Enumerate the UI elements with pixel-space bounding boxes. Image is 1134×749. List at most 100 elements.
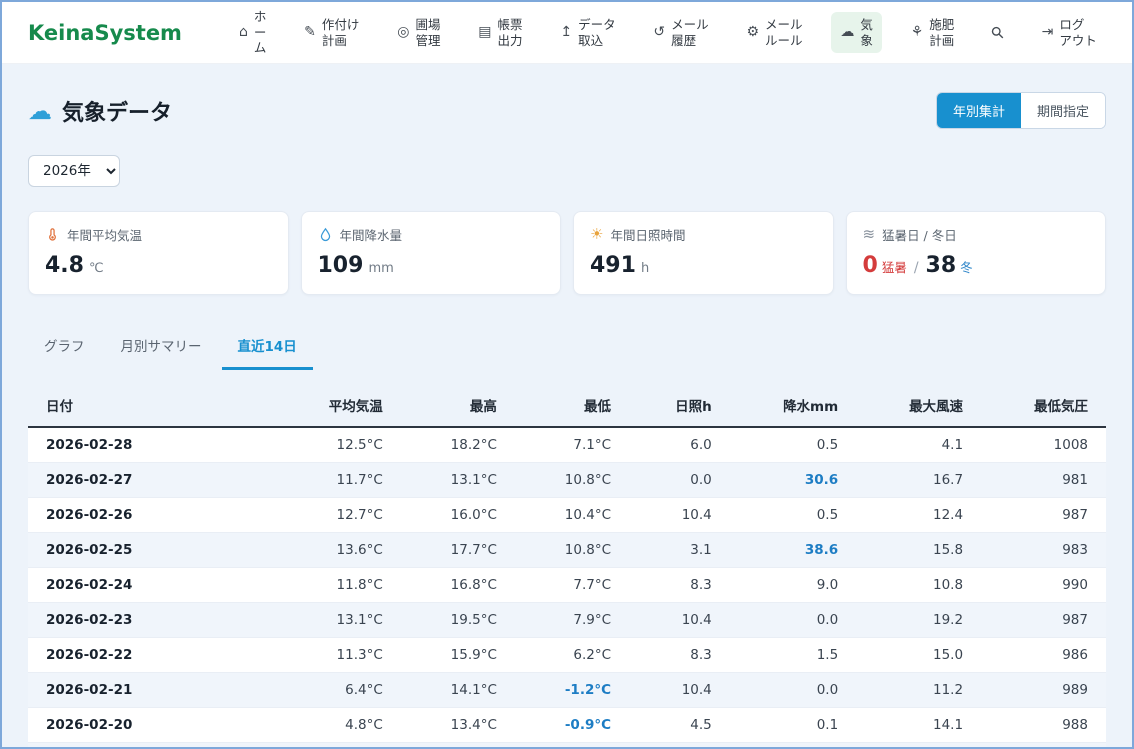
cell-value: 983	[981, 533, 1106, 568]
cell-value: -2.9°C	[515, 743, 629, 749]
column-header: 日付	[28, 384, 276, 427]
card-label: 年間降水量	[340, 225, 403, 244]
nav-item-mail-history[interactable]: ↺メール 履歴	[644, 12, 717, 53]
cell-value: 10.8°C	[515, 533, 629, 568]
nav-item-weather[interactable]: ☁気 象	[831, 12, 882, 53]
cell-value: 14.1	[856, 708, 981, 743]
cell-value: 0.0	[730, 673, 856, 708]
nav-item-label: 気 象	[860, 17, 873, 48]
tab-recent-14-days[interactable]: 直近14日	[222, 325, 313, 370]
table-row: 2026-02-2711.7°C13.1°C10.8°C0.030.616.79…	[28, 463, 1106, 498]
cell-value: 11.7°C	[276, 463, 401, 498]
cell-value: 30.6	[730, 463, 856, 498]
cell-value: 989	[981, 673, 1106, 708]
cell-value: 11.6°C	[401, 743, 515, 749]
cell-date: 2026-02-20	[28, 708, 276, 743]
nav-item-label: メール ルール	[765, 17, 803, 48]
heat-waves-icon: ≋	[863, 227, 876, 242]
cell-value: 38.6	[730, 533, 856, 568]
document-icon: ▤	[478, 24, 491, 42]
card-unit: mm	[368, 261, 393, 276]
cell-date: 2026-02-26	[28, 498, 276, 533]
nav-item-fertilizer-plan[interactable]: ⚘施肥 計画	[902, 12, 964, 53]
table-row: 2026-02-2513.6°C17.7°C10.8°C3.138.615.89…	[28, 533, 1106, 568]
cell-value: 981	[981, 463, 1106, 498]
view-toggle: 年別集計 期間指定	[936, 92, 1106, 129]
thermometer-icon	[45, 227, 60, 242]
cell-value: 11.3°C	[276, 638, 401, 673]
cell-value: 7.9°C	[515, 603, 629, 638]
cell-value: 10.8°C	[515, 463, 629, 498]
column-header: 最大風速	[856, 384, 981, 427]
table-row: 2026-02-2612.7°C16.0°C10.4°C10.40.512.49…	[28, 498, 1106, 533]
nav-item-planting-plan[interactable]: ✎作付け 計画	[295, 12, 368, 53]
cell-value: 1008	[981, 427, 1106, 463]
cell-value: 12.7°C	[276, 498, 401, 533]
heat-days-value: 0	[863, 253, 878, 278]
page-title: 気象データ	[62, 95, 172, 127]
table-row: 2026-02-2313.1°C19.5°C7.9°C10.40.019.298…	[28, 603, 1106, 638]
nav-item-field-management[interactable]: ◎ 圃場 管理	[388, 12, 449, 53]
nav-item-label: 施肥 計画	[929, 17, 954, 48]
toggle-yearly-summary[interactable]: 年別集計	[937, 93, 1021, 128]
nav-item-label: 作付け 計画	[322, 17, 360, 48]
app-logo[interactable]: KeinaSystem	[28, 21, 182, 45]
heat-days-label: 猛暑	[882, 257, 907, 276]
cell-date: 2026-02-21	[28, 673, 276, 708]
cell-value: 8.3	[629, 568, 730, 603]
nav-item-search[interactable]: ⚲	[983, 18, 1013, 48]
card-label: 猛暑日 / 冬日	[882, 225, 957, 244]
stat-card-heat-winter-days: ≋ 猛暑日 / 冬日 0 猛暑 / 38 冬	[846, 211, 1107, 295]
nav-item-label: データ 取込	[578, 17, 616, 48]
cell-value: 13.6°C	[276, 533, 401, 568]
cell-value: 3.9°C	[276, 743, 401, 749]
cell-value: 14.1°C	[401, 673, 515, 708]
nav-item-home[interactable]: ⌂ホ ー ム	[230, 4, 275, 61]
tab-monthly-summary[interactable]: 月別サマリー	[105, 325, 218, 370]
year-select[interactable]: 2026年	[28, 155, 120, 187]
toggle-period-select[interactable]: 期間指定	[1021, 93, 1105, 128]
nav-item-mail-rules[interactable]: ⚙ メール ルール	[737, 12, 811, 53]
nav-item-label: 圃場 管理	[415, 17, 440, 48]
cell-value: 15.8	[856, 533, 981, 568]
cell-value: 3.1	[629, 533, 730, 568]
tab-bar: グラフ 月別サマリー 直近14日	[28, 325, 1106, 370]
sun-icon: ☀	[590, 227, 603, 242]
upload-icon: ↥	[560, 24, 572, 42]
cell-date: 2026-02-22	[28, 638, 276, 673]
stat-cards: 年間平均気温 4.8 ℃ 年間降水量 109 mm	[28, 211, 1106, 295]
cell-value: 12.5°C	[276, 427, 401, 463]
logout-icon: ⇥	[1042, 24, 1054, 42]
cell-value: 15.9°C	[401, 638, 515, 673]
search-icon: ⚲	[987, 21, 1009, 43]
cell-value: 14.5	[856, 743, 981, 749]
cell-value: 9.0	[730, 568, 856, 603]
nav-item-data-import[interactable]: ↥ データ 取込	[551, 12, 624, 53]
nav-item-report-output[interactable]: ▤帳票 出力	[469, 12, 531, 53]
cell-value: -0.9°C	[515, 708, 629, 743]
tab-graph[interactable]: グラフ	[28, 325, 101, 370]
main-content: ☁ 気象データ 年別集計 期間指定 2026年 年間平均気温 4.8 ℃	[2, 92, 1132, 749]
map-pin-icon: ◎	[397, 24, 409, 42]
cell-value: 0.0	[730, 603, 856, 638]
cell-value: 16.0°C	[401, 498, 515, 533]
weather-table: 日付平均気温最高最低日照h降水mm最大風速最低気圧 2026-02-2812.5…	[28, 384, 1106, 749]
nav-item-logout[interactable]: ⇥ログ アウト	[1033, 12, 1106, 53]
cell-value: 10.3	[629, 743, 730, 749]
cell-value: 6.4°C	[276, 673, 401, 708]
cell-value: 0.0	[730, 743, 856, 749]
table-row: 2026-02-2411.8°C16.8°C7.7°C8.39.010.8990	[28, 568, 1106, 603]
column-header: 最低	[515, 384, 629, 427]
cell-value: 13.4°C	[401, 708, 515, 743]
cell-value: 990	[981, 568, 1106, 603]
cell-date: 2026-02-27	[28, 463, 276, 498]
card-label: 年間平均気温	[67, 225, 142, 244]
column-header: 降水mm	[730, 384, 856, 427]
cell-value: 7.1°C	[515, 427, 629, 463]
cell-value: 4.5	[629, 708, 730, 743]
card-value: 109	[318, 253, 364, 278]
gear-icon: ⚙	[746, 24, 759, 42]
cell-value: 16.7	[856, 463, 981, 498]
cell-value: 10.4°C	[515, 498, 629, 533]
nav-item-label: メール 履歴	[671, 17, 709, 48]
